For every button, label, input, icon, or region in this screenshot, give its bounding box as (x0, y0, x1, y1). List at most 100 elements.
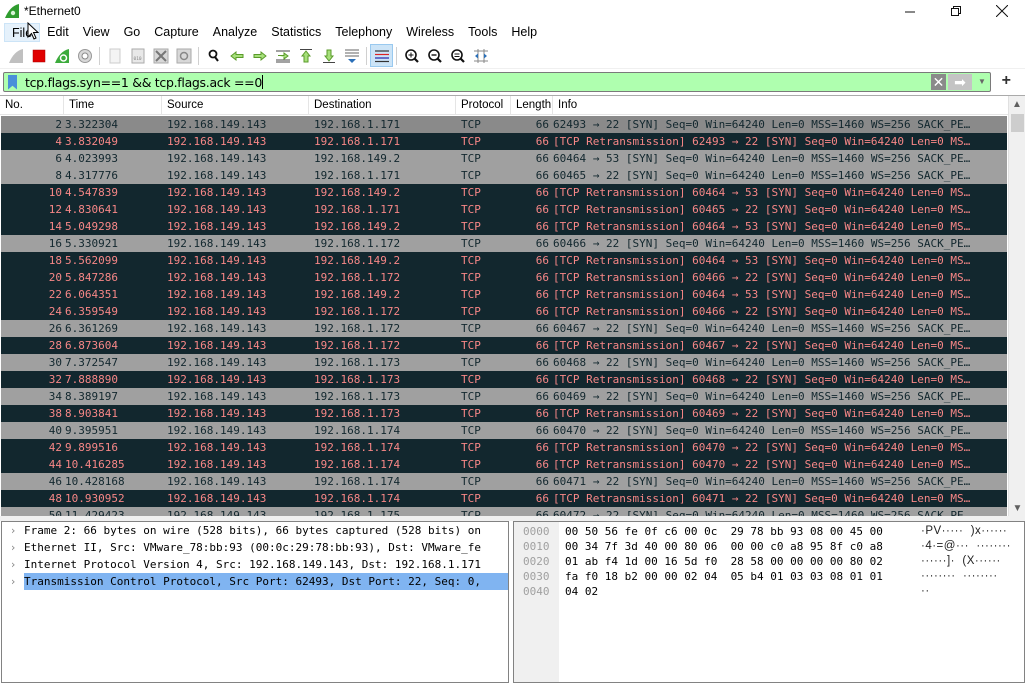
filter-text[interactable]: tcp.flags.syn==1 && tcp.flags.ack ==0 (25, 75, 262, 90)
packet-row[interactable]: 44 10.416285 192.168.149.143 192.168.1.174 T… (1, 456, 1007, 473)
packet-row[interactable]: 46 10.428168 192.168.149.143 192.168.1.174 T… (1, 473, 1007, 490)
first-packet-button[interactable] (294, 44, 317, 67)
packet-row[interactable]: 34 8.389197 192.168.149.143 192.168.1.173 TC… (1, 388, 1007, 405)
packet-source: 192.168.149.143 (167, 118, 267, 131)
packet-list-scrollbar[interactable]: ▲ ▼ (1008, 96, 1025, 517)
detail-tree-item[interactable]: › Ethernet II, Src: VMware_78:bb:93 (00:0… (2, 539, 508, 556)
menu-view[interactable]: View (76, 23, 117, 42)
go-forward-button[interactable] (248, 44, 271, 67)
scroll-up-icon[interactable]: ▲ (1009, 96, 1025, 113)
packet-row[interactable]: 32 7.888890 192.168.149.143 192.168.1.173 TC… (1, 371, 1007, 388)
packet-row[interactable]: 28 6.873604 192.168.149.143 192.168.1.172 TC… (1, 337, 1007, 354)
go-back-button[interactable] (225, 44, 248, 67)
scroll-down-icon[interactable]: ▼ (1009, 500, 1025, 517)
detail-tree-item[interactable]: › Transmission Control Protocol, Src Port… (2, 573, 508, 590)
colorize-button[interactable] (370, 44, 393, 67)
column-header-time[interactable]: Time (64, 96, 162, 115)
column-header-source[interactable]: Source (162, 96, 309, 115)
menu-go[interactable]: Go (117, 23, 148, 42)
close-file-button[interactable] (149, 44, 172, 67)
zoom-in-button[interactable] (400, 44, 423, 67)
display-filter-input[interactable]: tcp.flags.syn==1 && tcp.flags.ack ==0 ✕ … (3, 72, 991, 92)
packet-row[interactable]: 16 5.330921 192.168.149.143 192.168.1.172 TC… (1, 235, 1007, 252)
menu-tools[interactable]: Tools (461, 23, 504, 42)
column-header-no[interactable]: No. (0, 96, 64, 115)
packet-row[interactable]: 48 10.930952 192.168.149.143 192.168.1.174 T… (1, 490, 1007, 507)
expand-chevron-icon[interactable]: › (2, 556, 24, 573)
packet-row[interactable]: 2 3.322304 192.168.149.143 192.168.1.171 TCP… (1, 116, 1007, 133)
packet-time: 6.361269 (65, 322, 118, 335)
menu-help[interactable]: Help (504, 23, 544, 42)
detail-tree-item[interactable]: › Frame 2: 66 bytes on wire (528 bits), 6… (2, 522, 508, 539)
bookmark-icon[interactable] (8, 74, 17, 90)
open-file-button[interactable] (103, 44, 126, 67)
hex-row[interactable]: 0040 04 02 ·· (514, 584, 1024, 599)
restore-button[interactable] (933, 0, 979, 22)
packet-number: 28 (48, 339, 62, 352)
packet-length: 66 (535, 118, 549, 131)
menu-statistics[interactable]: Statistics (264, 23, 328, 42)
reload-file-button[interactable] (172, 44, 195, 67)
minimize-button[interactable] (887, 0, 933, 22)
menu-analyze[interactable]: Analyze (206, 23, 264, 42)
capture-options-button[interactable] (73, 44, 96, 67)
packet-length: 66 (535, 322, 549, 335)
packet-row[interactable]: 30 7.372547 192.168.149.143 192.168.1.173 TC… (1, 354, 1007, 371)
column-header-length[interactable]: Length (511, 96, 553, 115)
add-filter-button[interactable]: + (1002, 72, 1011, 90)
menu-telephony[interactable]: Telephony (328, 23, 399, 42)
hex-row[interactable]: 0010 00 34 7f 3d 40 00 80 06 00 00 c0 a8 … (514, 539, 1024, 554)
expand-chevron-icon[interactable]: › (2, 539, 24, 556)
packet-time: 5.847286 (65, 271, 118, 284)
stop-capture-button[interactable] (27, 44, 50, 67)
menu-capture[interactable]: Capture (147, 23, 205, 42)
hex-row[interactable]: 0020 01 ab f4 1d 00 16 5d f0 28 58 00 00 … (514, 554, 1024, 569)
hex-row[interactable]: 0000 00 50 56 fe 0f c6 00 0c 29 78 bb 93 … (514, 524, 1024, 539)
packet-row[interactable]: 38 8.903841 192.168.149.143 192.168.1.173 TC… (1, 405, 1007, 422)
hex-row[interactable]: 0030 fa f0 18 b2 00 00 02 04 05 b4 01 03 … (514, 569, 1024, 584)
column-header-destination[interactable]: Destination (309, 96, 456, 115)
packet-row[interactable]: 6 4.023993 192.168.149.143 192.168.149.2 TCP… (1, 150, 1007, 167)
zoom-out-button[interactable] (423, 44, 446, 67)
last-packet-button[interactable] (317, 44, 340, 67)
packet-row[interactable]: 12 4.830641 192.168.149.143 192.168.1.171 TC… (1, 201, 1007, 218)
packet-info: 60467 → 22 [SYN] Seq=0 Win=64240 Len=0 M… (553, 322, 971, 335)
start-capture-button[interactable] (4, 44, 27, 67)
find-packet-button[interactable] (202, 44, 225, 67)
packet-protocol: TCP (461, 186, 481, 199)
packet-row[interactable]: 26 6.361269 192.168.149.143 192.168.1.172 TC… (1, 320, 1007, 337)
column-header-protocol[interactable]: Protocol (456, 96, 511, 115)
packet-row[interactable]: 24 6.359549 192.168.149.143 192.168.1.172 TC… (1, 303, 1007, 320)
packet-row[interactable]: 14 5.049298 192.168.149.143 192.168.149.2 TC… (1, 218, 1007, 235)
go-to-packet-button[interactable] (271, 44, 294, 67)
packet-row[interactable]: 42 9.899516 192.168.149.143 192.168.1.174 TC… (1, 439, 1007, 456)
save-file-button[interactable]: 010 (126, 44, 149, 67)
column-header-info[interactable]: Info (553, 96, 1008, 115)
resize-columns-button[interactable] (469, 44, 492, 67)
packet-row[interactable]: 18 5.562099 192.168.149.143 192.168.149.2 TC… (1, 252, 1007, 269)
close-button[interactable] (979, 0, 1025, 22)
packet-row[interactable]: 4 3.832049 192.168.149.143 192.168.1.171 TCP… (1, 133, 1007, 150)
menu-edit[interactable]: Edit (40, 23, 76, 42)
packet-row[interactable]: 10 4.547839 192.168.149.143 192.168.149.2 TC… (1, 184, 1007, 201)
normal-size-button[interactable] (446, 44, 469, 67)
filter-history-dropdown[interactable]: ▼ (976, 74, 988, 90)
expand-chevron-icon[interactable]: › (2, 573, 24, 590)
arrow-bottom-icon (322, 49, 335, 63)
apply-filter-button[interactable]: ➡ (948, 74, 972, 90)
scroll-thumb[interactable] (1011, 114, 1024, 132)
restart-capture-button[interactable] (50, 44, 73, 67)
packet-row[interactable]: 22 6.064351 192.168.149.143 192.168.149.2 TC… (1, 286, 1007, 303)
expand-chevron-icon[interactable]: › (2, 522, 24, 539)
clear-filter-button[interactable]: ✕ (931, 74, 946, 90)
auto-scroll-button[interactable] (340, 44, 363, 67)
toolbar-separator (198, 46, 199, 65)
packet-info: [TCP Retransmission] 60466 → 22 [SYN] Se… (553, 305, 971, 318)
menu-wireless[interactable]: Wireless (399, 23, 461, 42)
packet-row[interactable]: 8 4.317776 192.168.149.143 192.168.1.171 TCP… (1, 167, 1007, 184)
packet-row[interactable]: 20 5.847286 192.168.149.143 192.168.1.172 TC… (1, 269, 1007, 286)
packet-row[interactable]: 40 9.395951 192.168.149.143 192.168.1.174 TC… (1, 422, 1007, 439)
packet-protocol: TCP (461, 356, 481, 369)
detail-tree-item[interactable]: › Internet Protocol Version 4, Src: 192.1… (2, 556, 508, 573)
packet-bytes-pane: 0000 00 50 56 fe 0f c6 00 0c 29 78 bb 93 … (513, 521, 1025, 683)
